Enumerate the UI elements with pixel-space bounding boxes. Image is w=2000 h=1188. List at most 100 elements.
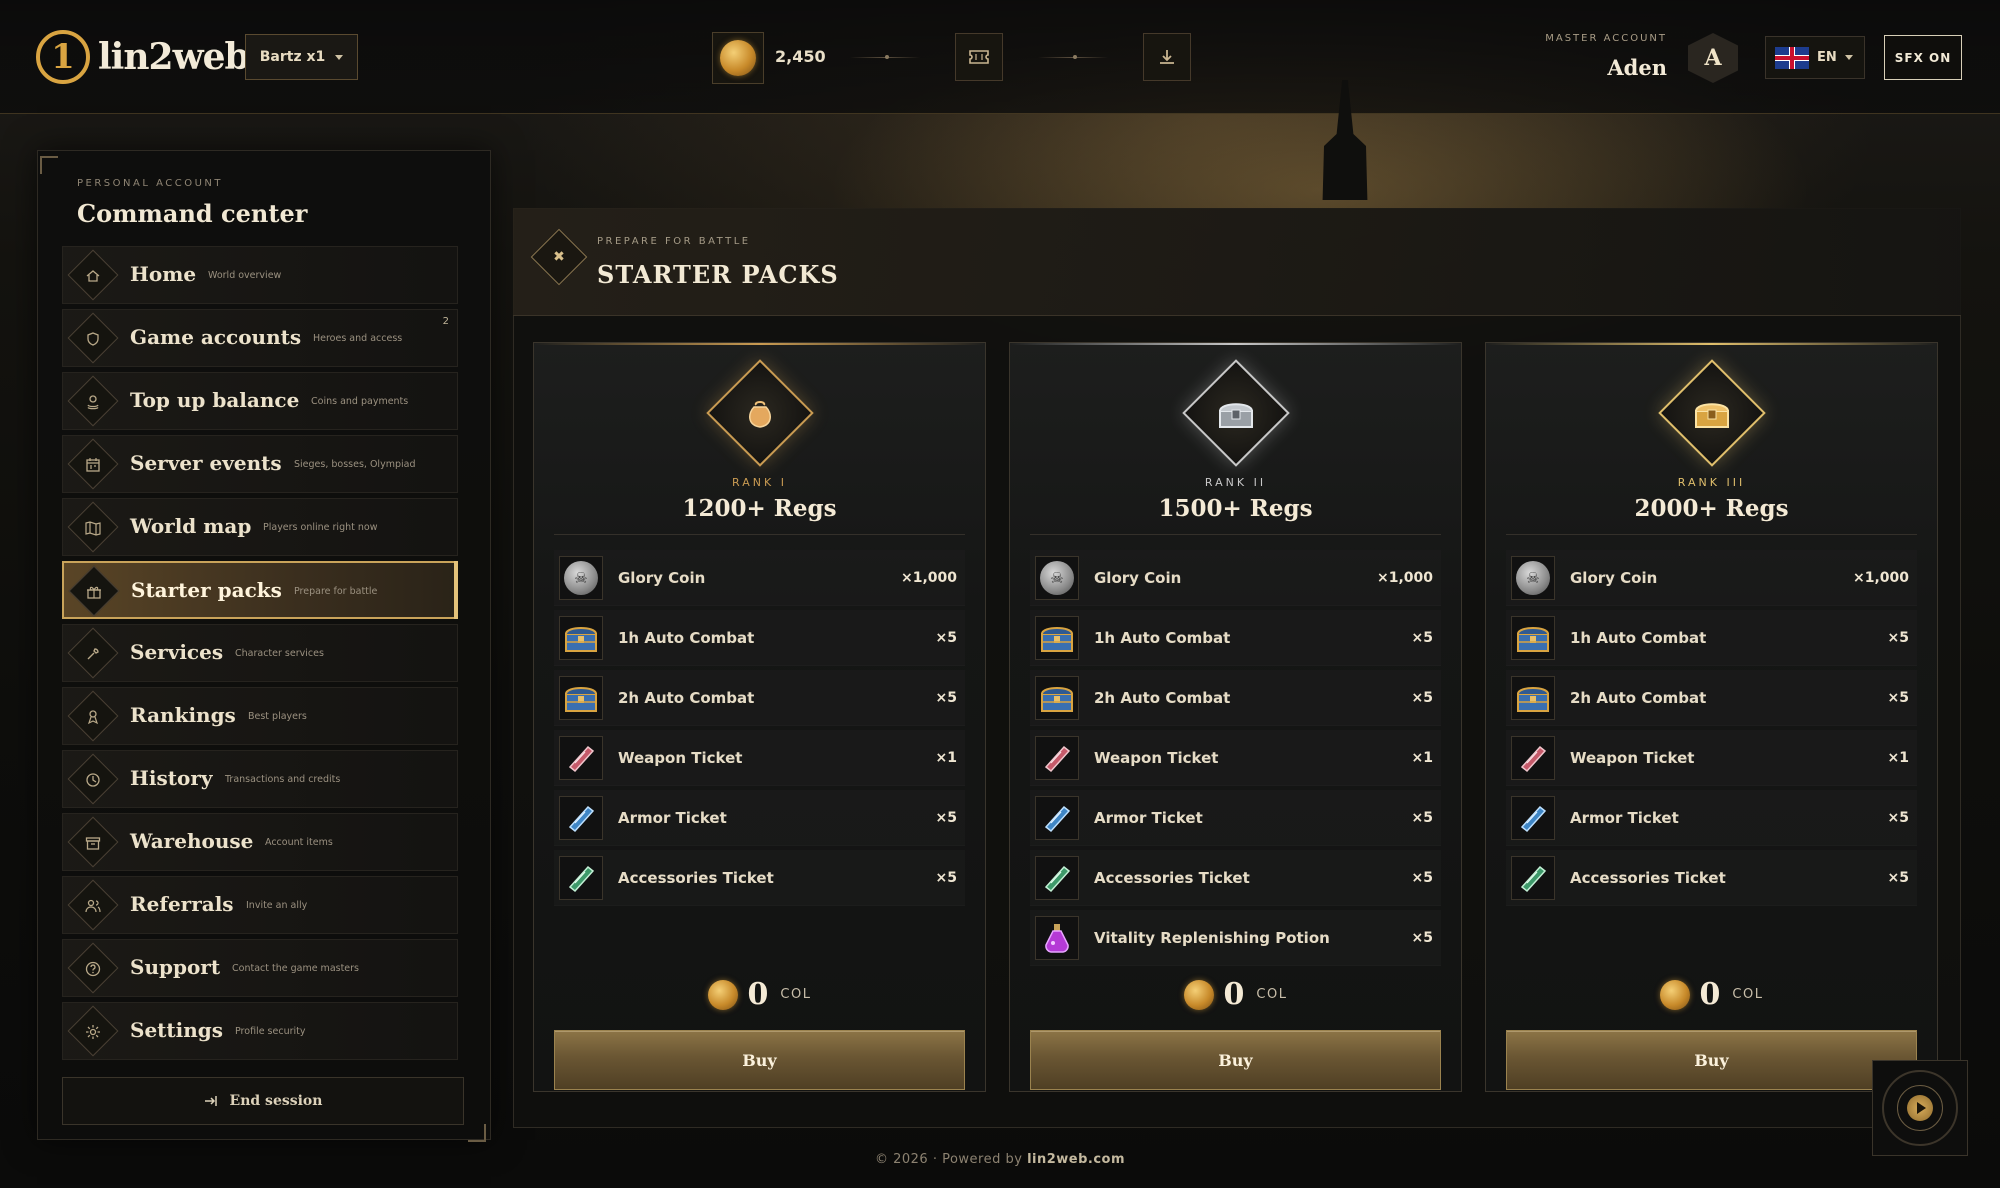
item-name: 1h Auto Combat <box>1570 628 1707 647</box>
pack-item: Armor Ticket ×5 <box>554 790 965 846</box>
item-name: Weapon Ticket <box>618 748 743 767</box>
accessories-ticket-icon <box>1035 855 1079 900</box>
item-name: Accessories Ticket <box>618 868 774 887</box>
sidebar-item-history[interactable]: History Transactions and credits <box>62 750 458 808</box>
item-quantity: ×5 <box>1411 629 1433 646</box>
footer-link[interactable]: lin2web.com <box>1027 1152 1125 1167</box>
logo-mark: 1 <box>36 30 90 84</box>
item-name: Glory Coin <box>1094 568 1182 587</box>
item-quantity: ×5 <box>1887 629 1909 646</box>
sidebar-item-starter-packs[interactable]: Starter packs Prepare for battle <box>62 561 458 619</box>
sidebar-item-label: Support <box>130 955 221 979</box>
item-quantity: ×5 <box>1411 869 1433 886</box>
pack-item: ☠ Glory Coin ×1,000 <box>554 550 965 606</box>
uk-flag-icon <box>1775 46 1809 69</box>
sidebar-item-subtitle: Best players <box>248 711 307 722</box>
sfx-toggle[interactable]: SFX ON <box>1884 35 1962 80</box>
ticket-icon <box>969 50 989 64</box>
rank-label: RANK III <box>1677 476 1746 489</box>
price-currency: COL <box>1732 987 1764 1002</box>
item-name: Accessories Ticket <box>1094 868 1250 887</box>
chevron-down-icon <box>335 54 344 60</box>
help-icon <box>80 956 106 982</box>
language-value: EN <box>1817 50 1837 65</box>
pack-item-list: ☠ Glory Coin ×1,000 1h Auto Combat ×5 2h Auto… <box>554 550 965 910</box>
sidebar-item-world-map[interactable]: World map Players online right now <box>62 498 458 556</box>
card-accent-line <box>1486 343 1937 345</box>
item-quantity: ×5 <box>1887 869 1909 886</box>
chest-icon <box>1511 675 1555 720</box>
item-quantity: ×5 <box>935 869 957 886</box>
divider <box>1506 534 1917 535</box>
rank-label: RANK II <box>1204 476 1267 489</box>
logo[interactable]: 1 lin2web <box>36 30 250 84</box>
logo-text: lin2web <box>98 36 250 78</box>
divider <box>1030 534 1441 535</box>
card-accent-line <box>1010 343 1461 345</box>
sidebar-item-support[interactable]: Support Contact the game masters <box>62 939 458 997</box>
pack-item-list: ☠ Glory Coin ×1,000 1h Auto Combat ×5 2h Auto… <box>1030 550 1441 970</box>
weapon-ticket-icon <box>1511 735 1555 780</box>
item-quantity: ×1,000 <box>1376 569 1433 586</box>
sidebar-item-services[interactable]: Services Character services <box>62 624 458 682</box>
sidebar-item-server-events[interactable]: Server events Sieges, bosses, Olympiad <box>62 435 458 493</box>
pack-item: 2h Auto Combat ×5 <box>1030 670 1441 726</box>
item-quantity: ×5 <box>1887 809 1909 826</box>
pack-item: Armor Ticket ×5 <box>1030 790 1441 846</box>
sidebar-item-label: Home <box>130 262 197 286</box>
master-account-label: MASTER ACCOUNT <box>1545 33 1667 44</box>
sidebar-item-label: History <box>130 766 213 790</box>
sidebar-item-badge: 2 <box>442 316 449 327</box>
divider <box>850 55 920 59</box>
play-icon[interactable] <box>1907 1095 1933 1121</box>
music-player[interactable] <box>1872 1060 1968 1156</box>
pack-card: RANK I 1200+ Regs ☠ Glory Coin ×1,000 1h Auto… <box>533 342 986 1092</box>
price-currency: COL <box>780 987 812 1002</box>
price-value: 0 <box>1223 977 1245 1012</box>
sidebar-item-label: World map <box>130 514 252 538</box>
sidebar-item-game-accounts[interactable]: Game accounts Heroes and access 2 <box>62 309 458 367</box>
sidebar-item-label: Game accounts <box>130 325 302 349</box>
medal-icon <box>80 704 106 730</box>
sidebar-item-subtitle: Transactions and credits <box>225 774 341 785</box>
crossed-swords-icon: ✖ <box>553 249 565 265</box>
map-icon <box>80 515 106 541</box>
language-select[interactable]: EN <box>1765 36 1865 79</box>
sidebar-item-settings[interactable]: Settings Profile security <box>62 1002 458 1060</box>
pack-item: ☠ Glory Coin ×1,000 <box>1030 550 1441 606</box>
server-select[interactable]: Bartz x1 <box>245 34 358 80</box>
download-button[interactable] <box>1143 33 1191 81</box>
sidebar-item-label: Starter packs <box>131 578 282 602</box>
pack-item: Accessories Ticket ×5 <box>1506 850 1917 906</box>
rank-label: RANK I <box>732 476 787 489</box>
sidebar-item-subtitle: Prepare for battle <box>294 586 378 597</box>
pack-item: Vitality Replenishing Potion ×5 <box>1030 910 1441 966</box>
sidebar-item-referrals[interactable]: Referrals Invite an ally <box>62 876 458 934</box>
sidebar-item-warehouse[interactable]: Warehouse Account items <box>62 813 458 871</box>
pack-item: Weapon Ticket ×1 <box>1030 730 1441 786</box>
skull-coin-icon: ☠ <box>1035 555 1079 600</box>
pack-item: 1h Auto Combat ×5 <box>554 610 965 666</box>
corner-ornament <box>40 156 58 174</box>
buy-button[interactable]: Buy <box>554 1030 965 1090</box>
item-name: Accessories Ticket <box>1570 868 1726 887</box>
box-icon <box>80 830 106 856</box>
skull-coin-icon: ☠ <box>1511 555 1555 600</box>
sidebar-item-subtitle: Sieges, bosses, Olympiad <box>294 459 416 470</box>
buy-button[interactable]: Buy <box>1030 1030 1441 1090</box>
balance-value: 2,450 <box>775 47 826 66</box>
master-account-name: Aden <box>1607 55 1667 80</box>
ticket-button[interactable] <box>955 33 1003 81</box>
pack-item: ☠ Glory Coin ×1,000 <box>1506 550 1917 606</box>
item-name: Armor Ticket <box>1094 808 1203 827</box>
end-session-button[interactable]: End session <box>62 1077 464 1125</box>
sidebar-item-label: Top up balance <box>130 388 300 412</box>
page-title: STARTER PACKS <box>597 260 839 289</box>
accessories-ticket-icon <box>559 855 603 900</box>
sidebar-item-home[interactable]: Home World overview <box>62 246 458 304</box>
buy-button[interactable]: Buy <box>1506 1030 1917 1090</box>
sidebar-item-top-up-balance[interactable]: Top up balance Coins and payments <box>62 372 458 430</box>
pack-card: RANK III 2000+ Regs ☠ Glory Coin ×1,000 1h Au… <box>1485 342 1938 1092</box>
gold-chest-icon <box>1687 389 1737 439</box>
sidebar-item-rankings[interactable]: Rankings Best players <box>62 687 458 745</box>
